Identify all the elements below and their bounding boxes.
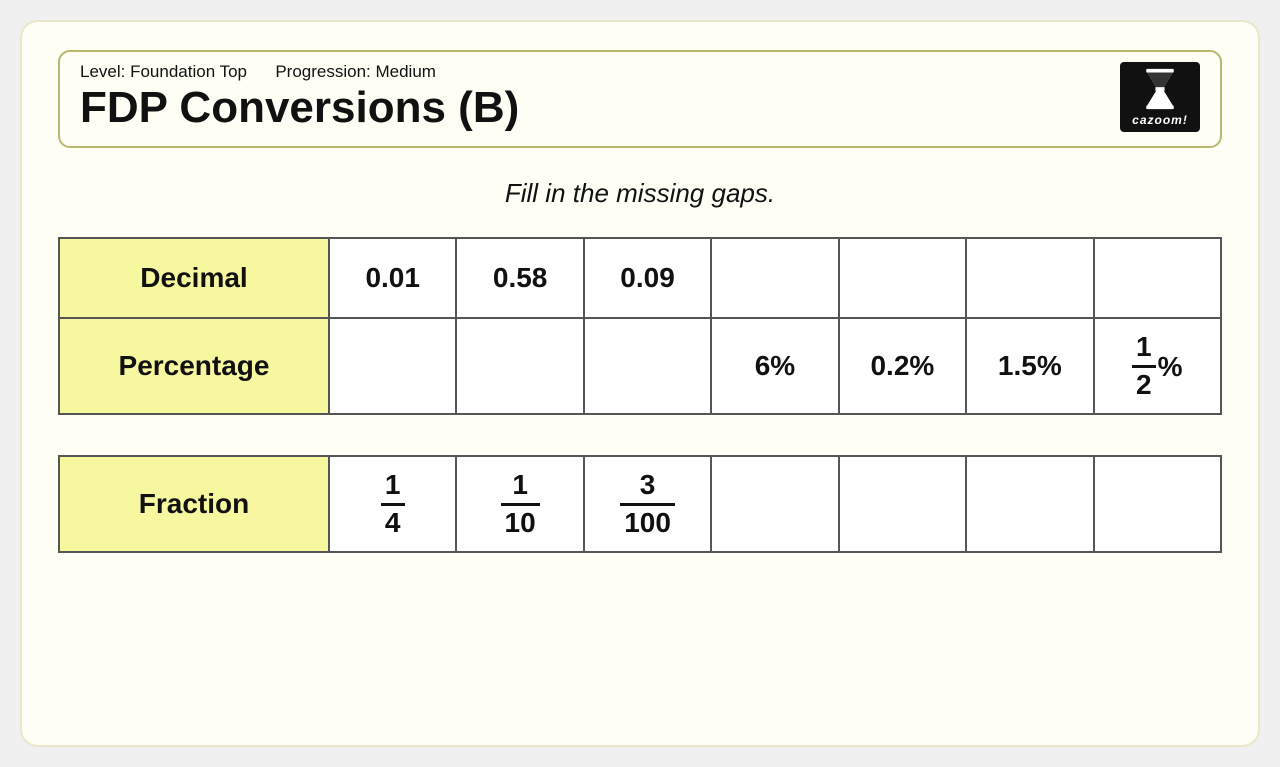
- decimal-cell-3: 0.09: [584, 238, 711, 318]
- frac-num: 1: [381, 470, 405, 506]
- decimal-cell-5: [839, 238, 966, 318]
- hourglass-icon: [1141, 67, 1179, 111]
- table-row: Decimal 0.01 0.58 0.09: [59, 238, 1221, 318]
- logo-text: cazoom!: [1132, 113, 1188, 127]
- pct-cell-3: [584, 318, 711, 414]
- fraction-numerator: 1: [1132, 332, 1156, 368]
- table2-wrapper: Fraction 1 4 1 10: [58, 455, 1222, 553]
- table2: Fraction 1 4 1 10: [58, 455, 1222, 553]
- frac-cell-6: [966, 456, 1093, 552]
- frac-den: 4: [381, 506, 405, 539]
- frac-den: 10: [501, 506, 540, 539]
- fraction-3-100: 3 100: [620, 470, 675, 539]
- percent-sign: %: [1158, 351, 1183, 383]
- header-left: Level: Foundation Top Progression: Mediu…: [80, 62, 519, 132]
- frac-den: 100: [620, 506, 675, 539]
- half-percent: 1 2 %: [1132, 332, 1182, 401]
- frac-num: 3: [620, 470, 675, 506]
- header-box: Level: Foundation Top Progression: Mediu…: [58, 50, 1222, 148]
- table-row: Fraction 1 4 1 10: [59, 456, 1221, 552]
- frac-cell-1: 1 4: [329, 456, 456, 552]
- frac-num: 1: [501, 470, 540, 506]
- frac-cell-4: [711, 456, 838, 552]
- decimal-cell-6: [966, 238, 1093, 318]
- decimal-cell-1: 0.01: [329, 238, 456, 318]
- subtitle: Fill in the missing gaps.: [58, 178, 1222, 209]
- pct-cell-7: 1 2 %: [1094, 318, 1221, 414]
- percentage-label: Percentage: [59, 318, 329, 414]
- fraction-1-4: 1 4: [381, 470, 405, 539]
- frac-cell-7: [1094, 456, 1221, 552]
- progression-label: Progression: Medium: [275, 62, 436, 81]
- pct-cell-1: [329, 318, 456, 414]
- fraction-label: Fraction: [59, 456, 329, 552]
- level-label: Level: Foundation Top: [80, 62, 247, 81]
- pct-cell-6: 1.5%: [966, 318, 1093, 414]
- table1: Decimal 0.01 0.58 0.09 Percentage 6%: [58, 237, 1222, 415]
- header-level: Level: Foundation Top Progression: Mediu…: [80, 62, 519, 82]
- page-title: FDP Conversions (B): [80, 84, 519, 132]
- page: Level: Foundation Top Progression: Mediu…: [20, 20, 1260, 747]
- fraction-denominator: 2: [1132, 368, 1156, 401]
- decimal-cell-2: 0.58: [456, 238, 583, 318]
- pct-cell-2: [456, 318, 583, 414]
- decimal-cell-7: [1094, 238, 1221, 318]
- fraction-1-10: 1 10: [501, 470, 540, 539]
- frac-cell-3: 3 100: [584, 456, 711, 552]
- decimal-label: Decimal: [59, 238, 329, 318]
- cazoom-logo: cazoom!: [1120, 62, 1200, 132]
- table1-wrapper: Decimal 0.01 0.58 0.09 Percentage 6%: [58, 237, 1222, 415]
- table-row: Percentage 6% 0.2% 1.5% 1 2 %: [59, 318, 1221, 414]
- pct-cell-5: 0.2%: [839, 318, 966, 414]
- frac-cell-5: [839, 456, 966, 552]
- fraction-display: 1 2: [1132, 332, 1156, 401]
- frac-cell-2: 1 10: [456, 456, 583, 552]
- pct-cell-4: 6%: [711, 318, 838, 414]
- decimal-cell-4: [711, 238, 838, 318]
